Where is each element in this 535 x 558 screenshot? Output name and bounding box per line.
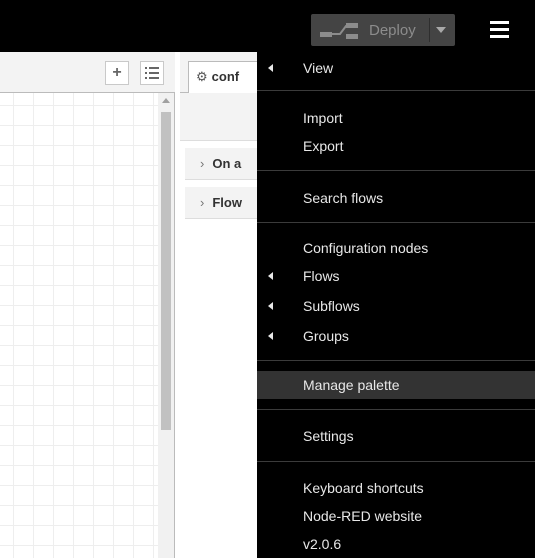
main-menu-dropdown: View Import Export Search flows Configur… — [257, 52, 535, 558]
section-label: Flow — [212, 195, 242, 210]
flow-canvas[interactable] — [0, 93, 158, 558]
submenu-arrow-icon — [268, 272, 273, 280]
workspace: + — [0, 52, 175, 558]
menu-item-groups[interactable]: Groups — [257, 322, 535, 350]
menu-item-configuration-nodes[interactable]: Configuration nodes — [257, 234, 535, 262]
submenu-arrow-icon — [268, 64, 273, 72]
menu-item-keyboard-shortcuts[interactable]: Keyboard shortcuts — [257, 474, 535, 502]
canvas-vertical-scrollbar[interactable] — [158, 93, 174, 558]
menu-item-flows[interactable]: Flows — [257, 262, 535, 290]
main-menu-button[interactable] — [486, 18, 510, 42]
list-flows-button[interactable] — [140, 61, 164, 85]
menu-item-node-red-website[interactable]: Node-RED website — [257, 502, 535, 530]
menu-item-settings[interactable]: Settings — [257, 422, 535, 450]
deploy-dropdown-caret-icon[interactable] — [436, 27, 446, 33]
section-label: On a — [212, 156, 242, 171]
hamburger-icon — [490, 21, 509, 24]
deploy-button[interactable]: Deploy — [311, 14, 455, 46]
tab-config[interactable]: ⚙ conf — [188, 61, 268, 93]
menu-item-manage-palette[interactable]: Manage palette — [257, 371, 535, 399]
deploy-icon — [320, 23, 358, 39]
menu-item-subflows[interactable]: Subflows — [257, 292, 535, 320]
deploy-separator — [429, 18, 430, 42]
deploy-label: Deploy — [369, 22, 416, 39]
submenu-arrow-icon — [268, 332, 273, 340]
menu-divider — [257, 170, 535, 171]
workspace-tabbar: + — [0, 52, 175, 93]
tab-config-label: conf — [211, 69, 240, 84]
menu-item-version: v2.0.6 — [303, 536, 342, 552]
chevron-right-icon: › — [200, 195, 205, 210]
scroll-up-arrow-icon[interactable] — [162, 98, 170, 103]
header-bar: Deploy — [0, 0, 535, 52]
menu-item-view[interactable]: View — [257, 54, 535, 82]
list-icon — [145, 67, 159, 79]
menu-item-import[interactable]: Import — [257, 104, 535, 132]
menu-divider — [257, 222, 535, 223]
add-icon: + — [112, 64, 122, 81]
scrollbar-thumb[interactable] — [161, 112, 171, 430]
menu-divider — [257, 360, 535, 361]
menu-divider — [257, 409, 535, 410]
menu-divider — [257, 90, 535, 91]
menu-divider — [257, 461, 535, 462]
gear-icon: ⚙ — [196, 69, 208, 84]
chevron-right-icon: › — [200, 156, 205, 171]
add-flow-button[interactable]: + — [105, 61, 129, 85]
menu-item-export[interactable]: Export — [257, 132, 535, 160]
submenu-arrow-icon — [268, 302, 273, 310]
menu-item-search-flows[interactable]: Search flows — [257, 184, 535, 212]
